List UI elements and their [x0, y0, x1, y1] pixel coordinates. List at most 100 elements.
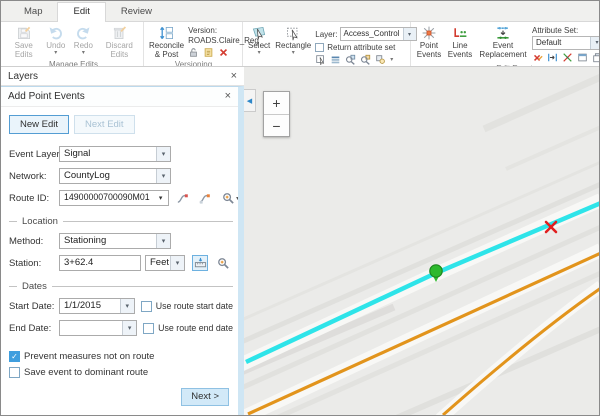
- pick-route-alt-icon[interactable]: [197, 190, 213, 206]
- select-by-polygon-icon[interactable]: [315, 54, 326, 65]
- pick-route-icon[interactable]: [175, 190, 191, 206]
- end-date-input[interactable]: ▾: [59, 320, 137, 336]
- copy-events-icon[interactable]: [592, 52, 599, 63]
- undo-button[interactable]: Undo ▾: [42, 24, 69, 59]
- clear-selection-icon[interactable]: [375, 54, 386, 65]
- undo-dropdown-caret[interactable]: ▾: [54, 50, 57, 56]
- redo-button[interactable]: Redo ▾: [70, 24, 97, 59]
- station-input[interactable]: 3+62.4: [59, 255, 141, 271]
- use-route-start-date-label: Use route start date: [156, 301, 233, 311]
- next-button[interactable]: Next >: [181, 388, 229, 406]
- ribbon-group-edit-events: Point Events Line Events Event Replaceme…: [411, 22, 599, 66]
- station-value: 3+62.4: [60, 256, 140, 270]
- chevron-down-icon[interactable]: ▾: [156, 234, 170, 248]
- point-events-button[interactable]: Point Events: [414, 24, 444, 63]
- dates-section-label: Dates: [9, 281, 233, 292]
- unlock-version-icon[interactable]: [188, 47, 199, 58]
- chevron-down-icon[interactable]: ▾: [120, 299, 134, 313]
- chevron-down-icon[interactable]: ▾: [590, 37, 599, 49]
- layer-select[interactable]: Access_Control ▾: [340, 27, 417, 41]
- start-date-value: 1/1/2015: [60, 299, 120, 313]
- redo-dropdown-caret[interactable]: ▾: [82, 50, 85, 56]
- chevron-down-icon[interactable]: ▾: [170, 256, 184, 270]
- tab-edit[interactable]: Edit: [57, 2, 105, 22]
- line-events-button[interactable]: Line Events: [445, 24, 475, 63]
- split-event-icon[interactable]: [562, 52, 573, 63]
- station-unit-select[interactable]: Feet ▾: [145, 255, 185, 271]
- tab-map[interactable]: Map: [9, 3, 57, 21]
- discard-edits-button[interactable]: Discard Edits: [98, 24, 141, 59]
- rectangle-dropdown-caret[interactable]: ▾: [292, 50, 295, 56]
- use-route-end-date-checkbox[interactable]: [143, 323, 154, 334]
- chevron-down-icon[interactable]: ▾: [156, 169, 170, 183]
- event-attributes-icon[interactable]: [577, 52, 588, 63]
- zoom-to-route-icon[interactable]: ▾: [219, 190, 238, 206]
- save-edits-button[interactable]: Save Edits: [6, 24, 41, 59]
- pan-to-selection-icon[interactable]: [360, 54, 371, 65]
- close-icon[interactable]: ×: [225, 91, 231, 102]
- ribbon-group-manage-edits: Save Edits Undo ▾ Redo ▾: [3, 22, 144, 66]
- redo-icon: [75, 25, 91, 41]
- network-label: Network:: [9, 171, 59, 182]
- save-to-dominant-checkbox[interactable]: [9, 367, 20, 378]
- network-value: CountyLog: [60, 169, 156, 183]
- event-layer-value: Signal: [60, 147, 156, 161]
- return-attribute-set-checkbox[interactable]: [315, 43, 324, 52]
- main-area: Layers × Add Point Events × New Edit Nex…: [1, 67, 599, 415]
- method-select[interactable]: Stationing ▾: [59, 233, 171, 249]
- map-view[interactable]: ◀ + −: [244, 67, 599, 415]
- edit-events-column: Attribute Set: Default ▾: [531, 24, 599, 63]
- offset-event-icon[interactable]: [547, 52, 558, 63]
- reconcile-post-button[interactable]: Reconcile & Post: [147, 24, 186, 59]
- method-value: Stationing: [60, 234, 156, 248]
- route-id-label: Route ID:: [9, 193, 59, 204]
- attribute-set-select[interactable]: Default ▾: [532, 36, 599, 50]
- line-events-icon: [452, 25, 468, 41]
- new-version-icon[interactable]: [203, 47, 214, 58]
- network-select[interactable]: CountyLog ▾: [59, 168, 171, 184]
- zoom-in-button[interactable]: +: [264, 92, 289, 114]
- ribbon-group-versioning: Reconcile & Post Version: ROADS.Claire_R…: [144, 22, 243, 66]
- start-date-input[interactable]: 1/1/2015 ▾: [59, 298, 135, 314]
- attribute-set-value: Default: [533, 37, 590, 49]
- tab-review[interactable]: Review: [106, 3, 167, 21]
- group-label-versioning: Versioning: [147, 59, 240, 67]
- add-point-events-body: New Edit Next Edit Event Layer: Signal ▾…: [1, 107, 238, 415]
- end-date-label: End Date:: [9, 323, 59, 334]
- delete-version-icon[interactable]: [218, 47, 229, 58]
- event-layer-select[interactable]: Signal ▾: [59, 146, 171, 162]
- chevron-down-icon[interactable]: ▾: [156, 147, 170, 161]
- collapse-panel-button[interactable]: ◀: [244, 89, 256, 112]
- new-edit-button[interactable]: New Edit: [9, 115, 69, 134]
- next-edit-button[interactable]: Next Edit: [74, 115, 135, 134]
- chevron-down-icon[interactable]: ▾: [122, 321, 136, 335]
- ribbon: Save Edits Undo ▾ Redo ▾: [1, 22, 599, 67]
- selection-attributes-icon[interactable]: [330, 54, 341, 65]
- route-id-combobox[interactable]: 14900000700090M01 ▾: [59, 190, 169, 206]
- station-unit-value: Feet: [146, 256, 170, 270]
- selection-tools-caret[interactable]: ▾: [390, 57, 393, 63]
- save-to-dominant-label: Save event to dominant route: [24, 367, 148, 378]
- chevron-down-icon[interactable]: ▾: [154, 191, 168, 205]
- zoom-to-selection-icon[interactable]: [345, 54, 356, 65]
- zoom-route-caret[interactable]: ▾: [236, 195, 238, 202]
- check-icon: ✓: [11, 352, 18, 361]
- rectangle-select-button[interactable]: Rectangle ▾: [273, 24, 313, 65]
- undo-icon: [48, 25, 64, 41]
- close-icon[interactable]: ×: [231, 71, 237, 82]
- station-zoom-icon[interactable]: [215, 255, 231, 271]
- prevent-measures-label: Prevent measures not on route: [24, 351, 154, 362]
- station-picker-icon[interactable]: [192, 255, 208, 271]
- zoom-out-button[interactable]: −: [264, 114, 289, 136]
- prevent-measures-checkbox[interactable]: ✓: [9, 351, 20, 362]
- end-date-value: [60, 321, 122, 335]
- save-edits-icon: [16, 25, 32, 41]
- remove-event-icon[interactable]: [532, 52, 543, 63]
- select-dropdown-caret[interactable]: ▾: [258, 50, 261, 56]
- discard-edits-icon: [111, 25, 127, 41]
- use-route-start-date-checkbox[interactable]: [141, 301, 152, 312]
- add-point-events-header: Add Point Events ×: [1, 87, 238, 107]
- event-replacement-button[interactable]: Event Replacement: [476, 24, 530, 63]
- select-button[interactable]: Select ▾: [246, 24, 272, 65]
- use-route-end-date-label: Use route end date: [158, 323, 233, 333]
